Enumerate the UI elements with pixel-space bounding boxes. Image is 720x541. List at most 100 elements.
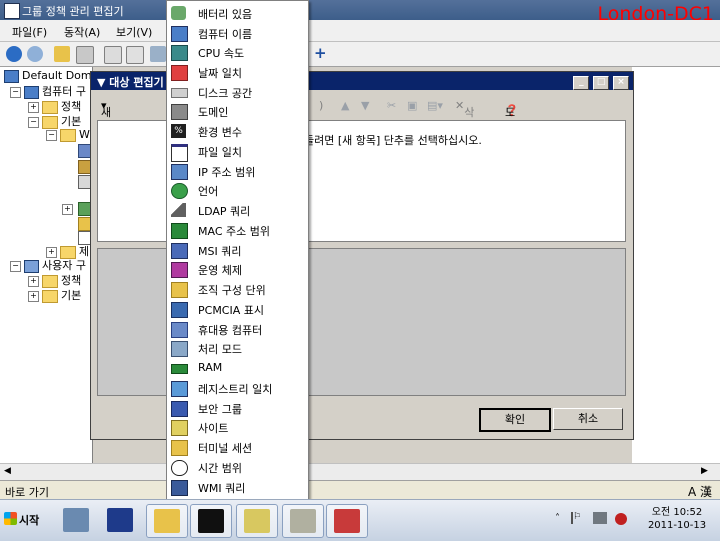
cut-icon[interactable]: ✂ [387, 99, 396, 112]
delete-button[interactable]: ✕ 삭제 [455, 99, 474, 135]
menu-item-computer-name[interactable]: 컴퓨터 이름 [167, 23, 308, 43]
taskbar-toolbox[interactable] [326, 504, 368, 538]
menu-item-cpu-speed[interactable]: CPU 속도 [167, 42, 308, 62]
menu-bar: 파일(F) 동작(A) 보기(V) [0, 20, 720, 42]
menu-item-organizational-unit[interactable]: 조직 구성 단위 [167, 279, 308, 299]
msi-icon [171, 243, 188, 259]
minimize-icon[interactable]: _ [573, 76, 590, 90]
collapse-icon[interactable]: − [10, 86, 21, 98]
tree-node-windows-settings[interactable]: − W [46, 128, 90, 142]
powershell-icon [107, 508, 133, 532]
menu-item-domain[interactable]: 도메인 [167, 101, 308, 121]
network-icon[interactable] [593, 512, 607, 524]
move-down-icon[interactable]: ▼ [361, 99, 369, 112]
show-tree-icon[interactable] [76, 46, 94, 64]
view-icon[interactable] [150, 46, 166, 62]
menu-item-security-group[interactable]: 보안 그룹 [167, 398, 308, 418]
paste-icon[interactable]: ▤▾ [427, 99, 443, 112]
menu-item-ram[interactable]: RAM [167, 358, 308, 378]
menu-item-wmi-query[interactable]: WMI 쿼리 [167, 477, 308, 497]
show-hidden-icons[interactable]: ˄ [555, 513, 560, 524]
menu-item-language[interactable]: 언어 [167, 180, 308, 200]
forward-icon[interactable] [27, 46, 43, 62]
status-bar: 바로 가기 A 漢 [0, 480, 720, 500]
close-icon[interactable]: × [613, 76, 629, 90]
calendar-icon [171, 65, 188, 81]
menu-item-ip-range[interactable]: IP 주소 범위 [167, 161, 308, 181]
expand-icon[interactable]: + [62, 202, 76, 215]
clock[interactable]: 오전 10:52 2011-10-13 [637, 506, 717, 532]
menu-item-mac-range[interactable]: MAC 주소 범위 [167, 220, 308, 240]
action-center-icon[interactable]: ⚐ [571, 512, 584, 524]
menu-item-date-match[interactable]: 날짜 일치 [167, 62, 308, 82]
collapse-icon[interactable]: − [28, 116, 39, 128]
tree-node-user-config[interactable]: − 사용자 구 [10, 257, 86, 273]
properties-icon[interactable] [104, 46, 122, 64]
ime-indicator[interactable]: A 漢 [688, 483, 712, 500]
tree-node-computer-config[interactable]: − 컴퓨터 구 [10, 83, 86, 99]
taskbar-notepad[interactable] [236, 504, 278, 538]
registry-icon [171, 381, 188, 397]
menu-item-environment-variable[interactable]: % 환경 변수 [167, 121, 308, 141]
menu-item-msi-query[interactable]: MSI 쿼리 [167, 240, 308, 260]
tree-node-user-preferences[interactable]: + 기본 [28, 287, 81, 303]
volume-muted-icon[interactable] [615, 513, 627, 525]
scroll-right-icon[interactable]: ▶ [701, 466, 708, 476]
console-tree: Default Dom − 컴퓨터 구 + 정책 − 기본 − W + + 제 − 사용자 … [0, 67, 93, 463]
maximize-icon[interactable]: □ [593, 76, 610, 90]
clock-date: 2011-10-13 [647, 520, 707, 531]
move-up-icon[interactable]: ▲ [341, 99, 349, 112]
back-icon[interactable] [6, 46, 22, 62]
ok-button[interactable]: 확인 [479, 408, 551, 432]
taskbar-explorer[interactable] [146, 504, 188, 538]
menu-item-registry-match[interactable]: 레지스트리 일치 [167, 378, 308, 398]
copy-icon[interactable] [126, 46, 144, 64]
new-item-button[interactable]: 새 항목(N) ▾ [101, 99, 118, 165]
menu-item-disk-space[interactable]: 디스크 공간 [167, 82, 308, 102]
taskbar-cmd[interactable] [190, 504, 232, 538]
copy-icon[interactable]: ▣ [407, 99, 417, 112]
menu-item-operating-system[interactable]: 운영 체제 [167, 259, 308, 279]
menu-item-battery-present[interactable]: 배터리 있음 [167, 3, 308, 23]
collapse-icon[interactable]: − [10, 260, 21, 272]
empty-hint: 들려면 [새 항목] 단추를 선택하십시오. [304, 134, 482, 147]
taskbar-server-manager[interactable] [56, 504, 96, 536]
cancel-button[interactable]: 취소 [553, 408, 623, 430]
menu-action[interactable]: 동작(A) [64, 24, 100, 40]
wmi-icon [171, 480, 188, 496]
menu-view[interactable]: 보기(V) [116, 24, 152, 40]
tree-node-policies[interactable]: + 정책 [28, 98, 81, 114]
start-button[interactable]: 시작 [2, 506, 46, 534]
add-icon[interactable]: + [314, 44, 327, 62]
tree-node-root[interactable]: Default Dom [4, 69, 92, 83]
up-folder-icon[interactable] [54, 46, 70, 62]
expand-icon[interactable]: + [28, 290, 39, 302]
expand-icon[interactable]: + [28, 101, 39, 113]
expand-icon[interactable]: + [28, 275, 39, 287]
menu-item-portable-computer[interactable]: 휴대용 컴퓨터 [167, 319, 308, 339]
menu-item-site[interactable]: 사이트 [167, 417, 308, 437]
menu-item-ldap-query[interactable]: LDAP 쿼리 [167, 200, 308, 220]
menu-item-time-range[interactable]: 시간 범위 [167, 457, 308, 477]
taskbar-gp-editor[interactable] [282, 504, 324, 538]
collapse-icon[interactable]: − [46, 129, 57, 141]
taskbar-powershell[interactable] [100, 504, 140, 536]
menu-file[interactable]: 파일(F) [12, 24, 47, 40]
file-window-icon [171, 144, 188, 162]
menu-item-terminal-session[interactable]: 터미널 세션 [167, 437, 308, 457]
scroll-left-icon[interactable]: ◀ [4, 466, 11, 476]
horizontal-scrollbar[interactable]: ◀ ▶ [0, 463, 720, 480]
expand-icon[interactable]: + [46, 246, 57, 258]
variable-icon: % [171, 124, 186, 138]
folder-icon [42, 274, 58, 288]
system-tray: ˄ ⚐ 오전 10:52 2011-10-13 [553, 503, 718, 537]
menu-item-processing-mode[interactable]: 처리 모드 [167, 338, 308, 358]
tree-node-preferences[interactable]: − 기본 [28, 113, 81, 129]
terminal-icon [171, 440, 188, 456]
clock-time: 오전 10:52 [651, 507, 703, 518]
window-title: 그룹 정책 관리 편집기 [22, 5, 124, 18]
menu-item-file-match[interactable]: 파일 일치 [167, 141, 308, 162]
tree-node-user-policies[interactable]: + 정책 [28, 272, 81, 288]
menu-item-pcmcia-present[interactable]: PCMCIA 표시 [167, 299, 308, 319]
computer-icon [24, 85, 39, 99]
